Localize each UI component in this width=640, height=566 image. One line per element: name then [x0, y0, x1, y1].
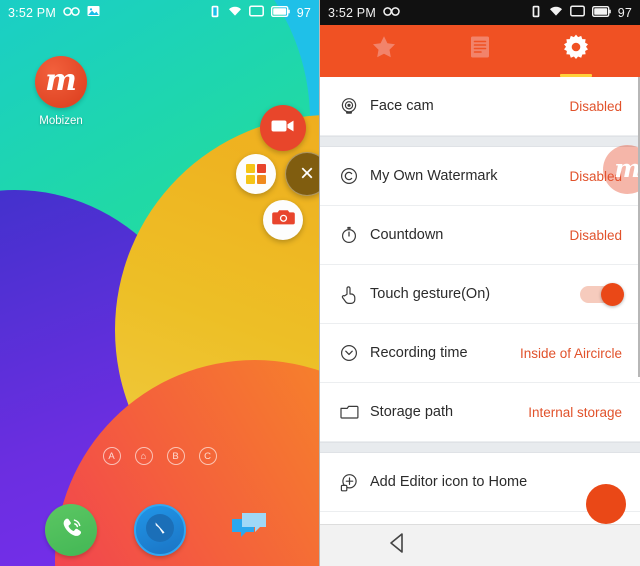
- page-dot-c[interactable]: C: [198, 447, 217, 465]
- section-separator: [320, 136, 640, 147]
- copyright-icon: [336, 167, 362, 185]
- capture-screenshot-button[interactable]: [263, 200, 303, 240]
- vibrate-icon: [530, 5, 542, 21]
- setting-label: Touch gesture(On): [370, 286, 491, 302]
- setting-value: Inside of Aircircle: [519, 345, 622, 361]
- setting-row-countdown[interactable]: Countdown Disabled: [320, 206, 640, 265]
- mobizen-logo-icon: m: [35, 56, 87, 108]
- sim-icon: [248, 5, 264, 20]
- tab-star[interactable]: [358, 25, 410, 77]
- dock-phone[interactable]: [44, 504, 97, 556]
- sim-icon: [569, 5, 585, 20]
- mobizen-tabbar: [320, 25, 640, 77]
- back-button[interactable]: [386, 531, 410, 560]
- infinity-icon: [383, 6, 400, 20]
- tab-settings[interactable]: [550, 25, 602, 77]
- setting-label: My Own Watermark: [370, 168, 498, 184]
- right-battery-percent: 97: [617, 5, 632, 20]
- star-icon: [371, 34, 397, 65]
- setting-label: Recording time: [370, 345, 468, 361]
- folder-icon: [336, 404, 362, 420]
- app-icon-mobizen[interactable]: m Mobizen: [25, 56, 97, 127]
- record-floating-button[interactable]: [586, 484, 626, 524]
- right-status-bar: 3:52 PM 97: [320, 0, 640, 25]
- touch-icon: [336, 285, 362, 304]
- setting-value: Internal storage: [528, 404, 622, 420]
- compass-icon: [145, 513, 175, 548]
- tab-list[interactable]: [454, 25, 506, 77]
- phone-icon: [57, 514, 85, 547]
- page-dot-a[interactable]: A: [102, 447, 121, 465]
- dock-browser[interactable]: [133, 504, 186, 556]
- setting-label: Storage path: [370, 404, 454, 420]
- page-dot-b[interactable]: B: [166, 447, 185, 465]
- page-dot-c-label: C: [204, 450, 211, 462]
- setting-row-touch-gesture[interactable]: Touch gesture(On): [320, 265, 640, 324]
- app-icon-label: Mobizen: [39, 115, 83, 127]
- vibrate-icon: [209, 5, 221, 21]
- settings-list: Face cam Disabled My Own Watermark Disab…: [320, 77, 640, 512]
- apps-grid-button[interactable]: [236, 154, 276, 194]
- wifi-icon: [228, 5, 242, 20]
- setting-value: Disabled: [569, 98, 622, 114]
- page-indicator: A ⌂ B C: [0, 447, 319, 465]
- home-dock: [0, 504, 319, 556]
- setting-value: Disabled: [569, 227, 622, 243]
- left-status-time: 3:52 PM: [8, 5, 56, 20]
- image-icon: [87, 5, 100, 20]
- android-navbar: [320, 524, 640, 566]
- wifi-icon: [549, 5, 563, 20]
- left-battery-percent: 97: [296, 5, 311, 20]
- setting-row-my-own-watermark[interactable]: My Own Watermark Disabled: [320, 147, 640, 206]
- battery-icon: [270, 5, 290, 20]
- dock-messages[interactable]: [223, 504, 275, 556]
- mobizen-watermark-letter: m: [614, 153, 640, 183]
- add-editor-icon: [336, 473, 362, 492]
- messages-icon: [229, 511, 269, 550]
- setting-label: Countdown: [370, 227, 444, 243]
- section-separator: [320, 442, 640, 453]
- left-phone-home-screen: 3:52 PM 97 m Mobizen × A ⌂ B C: [0, 0, 320, 566]
- setting-row-storage-path[interactable]: Storage path Internal storage: [320, 383, 640, 442]
- grid-icon: [246, 164, 266, 184]
- battery-icon: [591, 5, 611, 20]
- page-dot-home[interactable]: ⌂: [134, 447, 153, 465]
- toggle-knob: [601, 282, 624, 306]
- setting-label: Add Editor icon to Home: [370, 474, 528, 490]
- clock-icon: [336, 344, 362, 362]
- touch-gesture-toggle[interactable]: [580, 282, 624, 306]
- timer-icon: [336, 226, 362, 244]
- video-camera-icon: [271, 118, 295, 139]
- left-status-bar: 3:52 PM 97: [0, 0, 319, 25]
- page-dot-b-label: B: [172, 450, 179, 462]
- list-icon: [469, 35, 491, 64]
- close-icon: ×: [299, 160, 314, 187]
- infinity-icon: [63, 6, 80, 20]
- home-icon: ⌂: [140, 450, 147, 462]
- face-cam-icon: [336, 97, 362, 115]
- setting-row-recording-time[interactable]: Recording time Inside of Aircircle: [320, 324, 640, 383]
- setting-label: Face cam: [370, 98, 434, 114]
- dual-screenshot: 3:52 PM 97 m Mobizen × A ⌂ B C 3:52 PM 9…: [0, 0, 640, 566]
- right-phone-mobizen-settings: 3:52 PM 97 Face cam Disabled My Own Wate…: [320, 0, 640, 566]
- record-video-button[interactable]: [260, 105, 306, 151]
- page-dot-a-label: A: [108, 450, 115, 462]
- camera-icon: [271, 209, 295, 231]
- mobizen-logo-letter: m: [45, 62, 77, 98]
- setting-row-face-cam[interactable]: Face cam Disabled: [320, 77, 640, 136]
- gear-icon: [562, 33, 590, 66]
- right-status-time: 3:52 PM: [328, 5, 376, 20]
